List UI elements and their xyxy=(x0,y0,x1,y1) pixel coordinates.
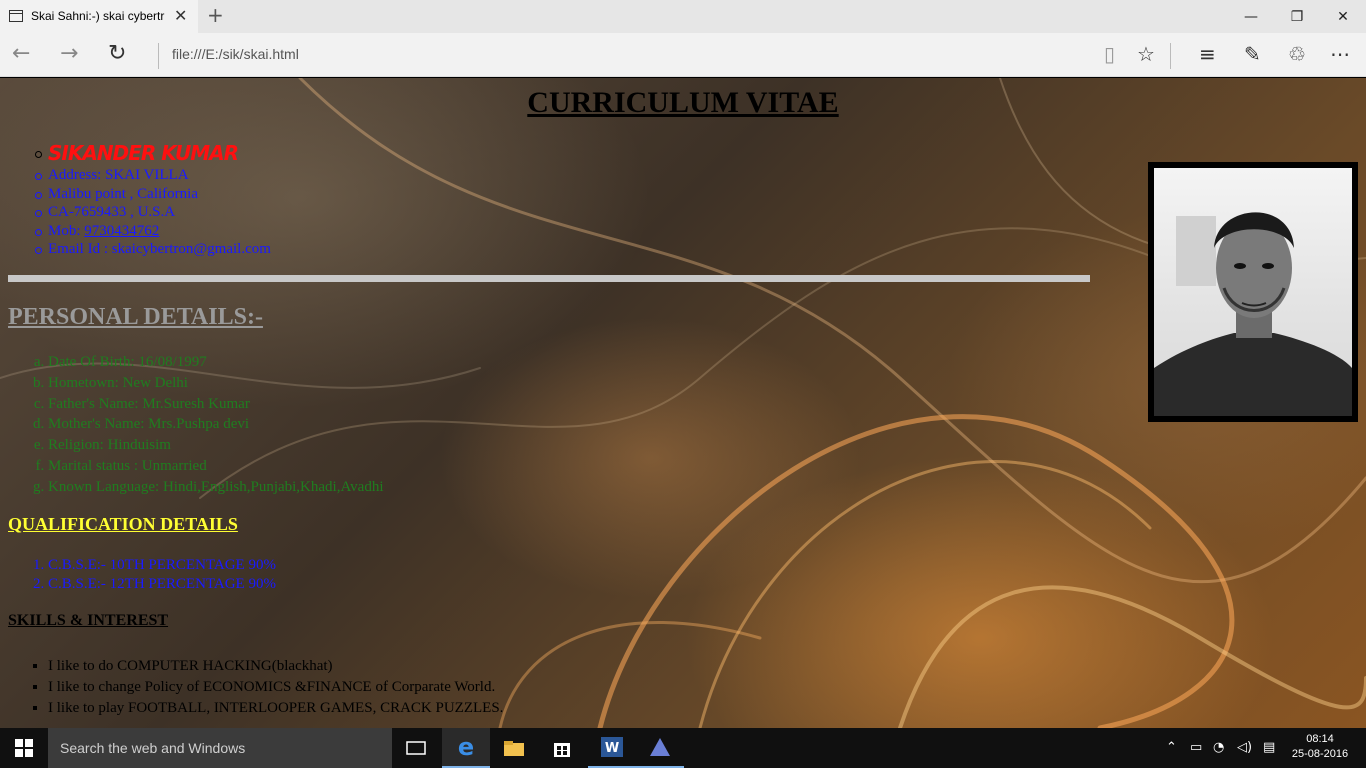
more-icon[interactable]: ⋯ xyxy=(1330,42,1350,66)
forward-icon[interactable]: → xyxy=(60,41,78,66)
svg-text:W: W xyxy=(605,741,619,756)
wifi-icon[interactable]: ◔ xyxy=(1213,740,1224,755)
clock-time: 08:14 xyxy=(1306,733,1334,745)
qualification-heading: QUALIFICATION DETAILS xyxy=(8,514,238,534)
list-item: Mother's Name: Mrs.Pushpa devi xyxy=(48,414,384,435)
refresh-icon[interactable]: ↻ xyxy=(108,41,126,66)
address-line-2: Malibu point , California xyxy=(32,185,271,204)
portrait-sketch xyxy=(1154,212,1352,416)
separator xyxy=(1170,43,1171,69)
favorite-star-icon[interactable]: ☆ xyxy=(1137,42,1155,66)
reading-view-icon[interactable]: ▯ xyxy=(1104,42,1115,66)
minimize-button[interactable]: — xyxy=(1228,0,1274,33)
skills-heading: SKILLS & INTEREST xyxy=(8,612,169,629)
list-item: Marital status : Unmarried xyxy=(48,456,384,477)
clock-date: 25-08-2016 xyxy=(1291,748,1349,760)
new-tab-button[interactable]: + xyxy=(207,3,224,27)
windows-logo-icon xyxy=(15,739,33,757)
hub-icon[interactable]: ≡ xyxy=(1199,42,1216,66)
list-item: I like to do COMPUTER HACKING(blackhat) xyxy=(48,656,503,677)
file-explorer-icon[interactable] xyxy=(490,728,538,768)
list-item: C.B.S.E:- 12TH PERCENTAGE 90% xyxy=(48,575,276,594)
horizontal-rule xyxy=(8,275,1090,282)
store-icon[interactable] xyxy=(538,728,586,768)
list-item: Hometown: New Delhi xyxy=(48,373,384,394)
url-field[interactable]: file:///E:/sik/skai.html xyxy=(172,46,299,62)
page-icon xyxy=(9,10,23,22)
list-item: Known Language: Hindi,English,Punjabi,Kh… xyxy=(48,477,384,498)
notifications-icon[interactable]: ▤ xyxy=(1263,740,1275,755)
share-icon[interactable]: ♲ xyxy=(1288,42,1306,66)
show-hidden-icons-icon[interactable]: ⌃ xyxy=(1166,740,1177,755)
tab-title[interactable]: Skai Sahni:-) skai cybertr xyxy=(31,9,171,23)
email-line: Email Id : skaicybertron@gmail.com xyxy=(32,240,271,259)
app-icon[interactable] xyxy=(636,728,684,768)
personal-details-list: Date Of Birth: 16/08/1997 Hometown: New … xyxy=(48,352,384,498)
page-content: CURRICULUM VITAE SIKANDER KUMAR Address:… xyxy=(0,78,1366,728)
list-item: I like to change Policy of ECONOMICS &FI… xyxy=(48,677,503,698)
profile-photo xyxy=(1148,162,1358,422)
list-item: Date Of Birth: 16/08/1997 xyxy=(48,352,384,373)
qualification-list: C.B.S.E:- 10TH PERCENTAGE 90% C.B.S.E:- … xyxy=(48,556,276,594)
contact-list: SIKANDER KUMAR Address: SKAI VILLA Malib… xyxy=(32,140,271,259)
edge-icon[interactable]: e xyxy=(442,728,490,768)
clock[interactable]: 08:14 25-08-2016 xyxy=(1290,732,1350,762)
mobile-label: Mob: xyxy=(48,222,85,239)
list-item: I like to play FOOTBALL, INTERLOOPER GAM… xyxy=(48,698,503,719)
search-placeholder: Search the web and Windows xyxy=(60,740,246,756)
address-line-1: Address: SKAI VILLA xyxy=(32,166,271,185)
address-bar-row: ← → ↻ file:///E:/sik/skai.html ▯ ☆ ≡ ✎ ♲… xyxy=(0,33,1366,77)
volume-icon[interactable]: ◁) xyxy=(1237,740,1252,755)
word-icon[interactable]: W xyxy=(588,728,636,768)
address-line-3: CA-7659433 , U.S.A xyxy=(32,203,271,222)
close-tab-icon[interactable]: ✕ xyxy=(174,6,187,25)
list-item: Father's Name: Mr.Suresh Kumar xyxy=(48,394,384,415)
cv-title: CURRICULUM VITAE xyxy=(527,86,839,119)
task-view-icon[interactable] xyxy=(392,728,440,768)
candidate-name: SIKANDER KUMAR xyxy=(32,140,271,166)
start-button[interactable] xyxy=(0,728,48,768)
restore-button[interactable]: ❐ xyxy=(1274,0,1320,33)
close-window-button[interactable]: ✕ xyxy=(1320,0,1366,33)
taskbar: Search the web and Windows e W ⌃ ▭ ◔ ◁) … xyxy=(0,728,1366,768)
browser-tab[interactable]: Skai Sahni:-) skai cybertr ✕ xyxy=(0,0,198,33)
battery-icon[interactable]: ▭ xyxy=(1190,740,1202,755)
back-icon[interactable]: ← xyxy=(12,41,30,66)
title-bar: Skai Sahni:-) skai cybertr ✕ + — ❐ ✕ xyxy=(0,0,1366,33)
personal-details-heading: PERSONAL DETAILS:- xyxy=(8,304,263,330)
separator xyxy=(158,43,159,69)
list-item: Religion: Hinduisim xyxy=(48,435,384,456)
taskbar-search-box[interactable]: Search the web and Windows xyxy=(48,728,392,768)
list-item: C.B.S.E:- 10TH PERCENTAGE 90% xyxy=(48,556,276,575)
mobile-link[interactable]: 9730434762 xyxy=(84,223,159,239)
web-note-icon[interactable]: ✎ xyxy=(1244,42,1261,66)
skills-list: I like to do COMPUTER HACKING(blackhat) … xyxy=(48,656,503,719)
portrait-image xyxy=(1154,168,1352,416)
mobile-line: Mob: 9730434762 xyxy=(32,222,271,241)
